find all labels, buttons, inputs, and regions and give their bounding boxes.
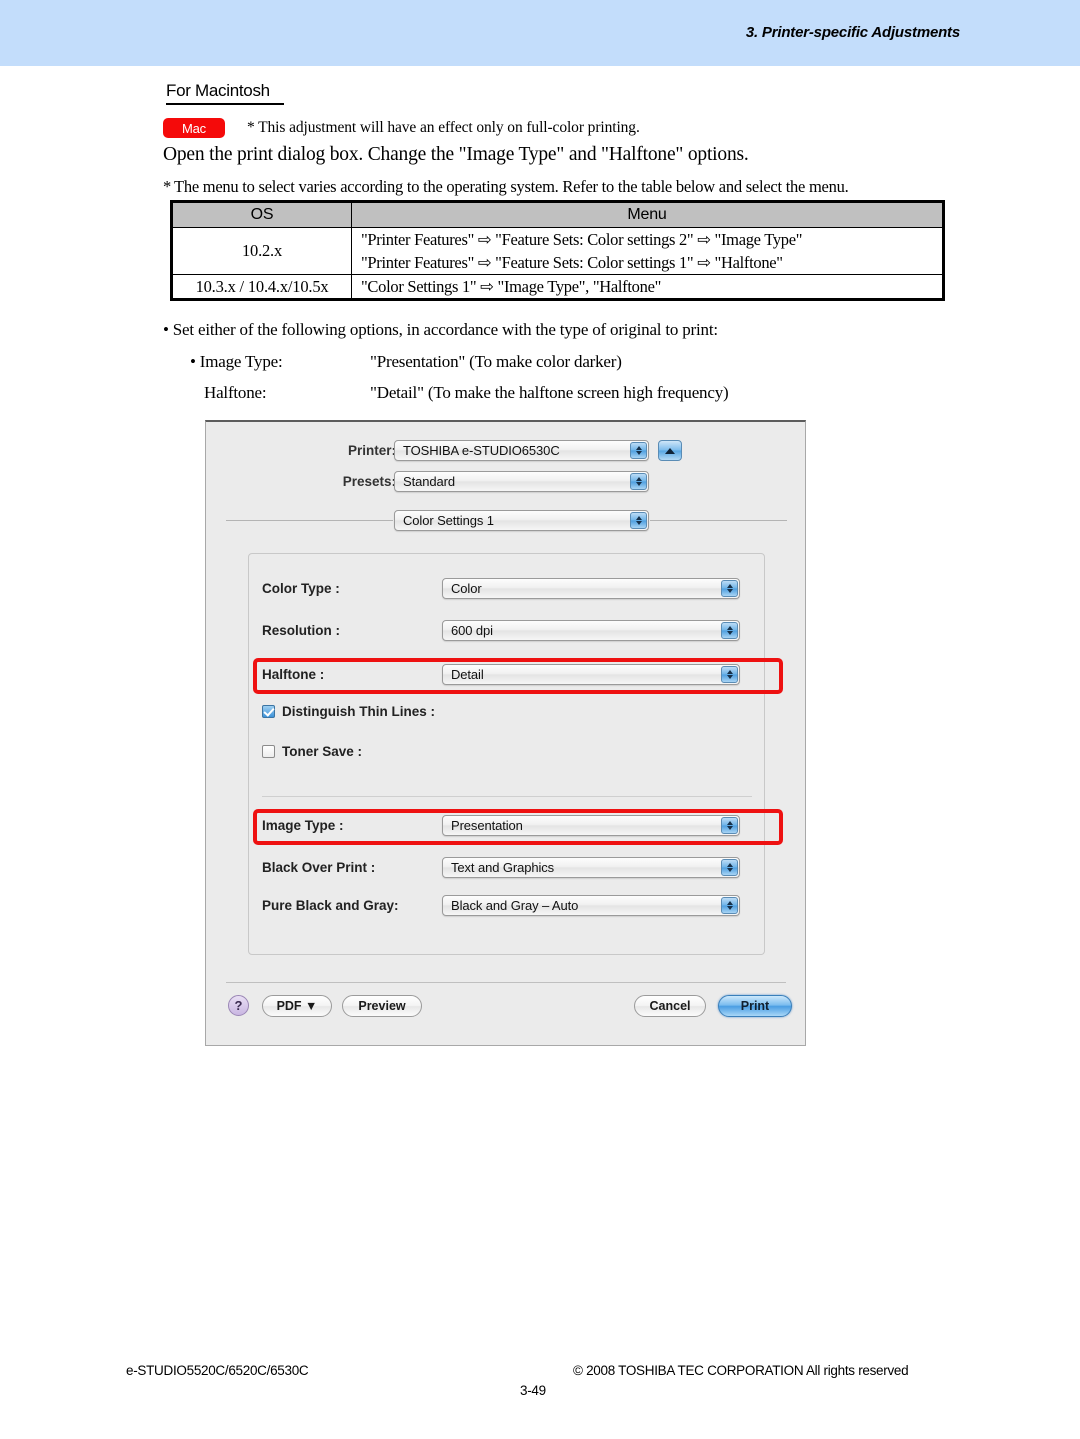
printer-label: Printer: xyxy=(347,443,396,458)
printer-select-value: TOSHIBA e-STUDIO6530C xyxy=(403,443,560,458)
image-type-select[interactable]: Presentation xyxy=(442,815,740,836)
help-button[interactable]: ? xyxy=(228,995,249,1016)
halftone-select[interactable]: Detail xyxy=(442,664,740,685)
table-header-os: OS xyxy=(171,201,352,228)
cancel-button[interactable]: Cancel xyxy=(634,995,706,1017)
toner-save-checkbox-row[interactable]: Toner Save : xyxy=(262,744,362,759)
distinguish-thin-lines-label: Distinguish Thin Lines : xyxy=(282,704,435,719)
header-title: 3. Printer-specific Adjustments xyxy=(745,24,960,41)
mac-print-dialog-screenshot: Printer: TOSHIBA e-STUDIO6530C Presets: … xyxy=(205,420,806,1046)
footer-model-text: e-STUDIO5520C/6520C/6530C xyxy=(126,1363,309,1378)
menu-path-line: "Printer Features" ⇨ "Feature Sets: Colo… xyxy=(361,253,783,272)
chevron-updown-icon[interactable] xyxy=(630,442,647,459)
pane-select-value: Color Settings 1 xyxy=(403,513,494,528)
color-type-label-wrap: Color Type : xyxy=(262,581,340,596)
chevron-updown-icon[interactable] xyxy=(721,580,738,597)
chevron-updown-icon[interactable] xyxy=(721,666,738,683)
table-cell-menu: "Printer Features" ⇨ "Feature Sets: Colo… xyxy=(351,227,944,275)
distinguish-thin-lines-checkbox-row[interactable]: Distinguish Thin Lines : xyxy=(262,704,435,719)
image-type-value: Presentation xyxy=(451,818,523,833)
table-cell-os: 10.2.x xyxy=(171,227,352,275)
black-over-print-select[interactable]: Text and Graphics xyxy=(442,857,740,878)
collapse-dialog-button[interactable] xyxy=(658,440,682,461)
resolution-select[interactable]: 600 dpi xyxy=(442,620,740,641)
halftone-label: Halftone : xyxy=(262,667,325,682)
color-type-value: Color xyxy=(451,581,482,596)
mac-badge-note: * This adjustment will have an effect on… xyxy=(247,119,640,136)
printer-select[interactable]: TOSHIBA e-STUDIO6530C xyxy=(394,440,649,461)
option-image-type-value: "Presentation" (To make color darker) xyxy=(370,352,622,371)
pure-black-and-gray-select[interactable]: Black and Gray – Auto xyxy=(442,895,740,916)
image-type-label: Image Type : xyxy=(262,818,344,833)
option-halftone-value: "Detail" (To make the halftone screen hi… xyxy=(370,383,729,402)
chevron-updown-icon[interactable] xyxy=(721,897,738,914)
halftone-value: Detail xyxy=(451,667,484,682)
table-row: 10.2.x "Printer Features" ⇨ "Feature Set… xyxy=(171,227,944,275)
printer-label-wrap: Printer: xyxy=(336,443,396,458)
os-menu-table: OS Menu 10.2.x "Printer Features" ⇨ "Fea… xyxy=(170,200,945,301)
table-note-text: The menu to select varies according to t… xyxy=(174,177,849,196)
option-halftone-label: Halftone: xyxy=(204,383,267,402)
halftone-label-wrap: Halftone : xyxy=(262,667,324,682)
toner-save-label: Toner Save : xyxy=(282,744,363,759)
black-over-print-label: Black Over Print : xyxy=(262,860,376,875)
chevron-updown-icon[interactable] xyxy=(721,817,738,834)
color-type-label: Color Type : xyxy=(262,581,340,596)
presets-select[interactable]: Standard xyxy=(394,471,649,492)
chevron-updown-icon[interactable] xyxy=(721,622,738,639)
mac-badge: Mac xyxy=(163,118,225,138)
table-note: * The menu to select varies according to … xyxy=(163,177,849,197)
black-over-print-value: Text and Graphics xyxy=(451,860,555,875)
table-note-star: * xyxy=(163,177,171,196)
menu-path-line: "Printer Features" ⇨ "Feature Sets: Colo… xyxy=(361,230,803,249)
pane-select[interactable]: Color Settings 1 xyxy=(394,510,649,531)
pure-black-and-gray-value: Black and Gray – Auto xyxy=(451,898,579,913)
color-type-select[interactable]: Color xyxy=(442,578,740,599)
table-cell-os: 10.3.x / 10.4.x/10.5x xyxy=(171,274,352,300)
pure-black-and-gray-label-wrap: Pure Black and Gray: xyxy=(262,898,399,913)
panel-divider xyxy=(262,796,752,797)
table-cell-menu: "Color Settings 1" ⇨ "Image Type", "Half… xyxy=(351,274,944,300)
resolution-label: Resolution : xyxy=(262,623,340,638)
color-settings-panel: Color Type : Color Resolution : 600 dpi … xyxy=(248,553,765,955)
table-header-menu: Menu xyxy=(351,201,944,228)
bottom-divider xyxy=(226,982,786,983)
black-over-print-label-wrap: Black Over Print : xyxy=(262,860,375,875)
section-heading: For Macintosh xyxy=(166,81,284,105)
main-instruction: Open the print dialog box. Change the "I… xyxy=(163,144,749,165)
pdf-button[interactable]: PDF ▼ xyxy=(262,995,332,1017)
option-image-type-label: • Image Type: xyxy=(190,352,283,371)
checkbox-checked-icon[interactable] xyxy=(262,705,275,718)
image-type-label-wrap: Image Type : xyxy=(262,818,344,833)
mac-note-row: Mac * This adjustment will have an effec… xyxy=(163,118,640,138)
footer-page-number: 3-49 xyxy=(520,1383,546,1398)
chevron-updown-icon[interactable] xyxy=(721,859,738,876)
chevron-updown-icon[interactable] xyxy=(630,473,647,490)
resolution-value: 600 dpi xyxy=(451,623,493,638)
chevron-up-icon xyxy=(665,447,675,454)
options-bullet-main: • Set either of the following options, i… xyxy=(163,320,718,339)
resolution-label-wrap: Resolution : xyxy=(262,623,340,638)
preview-button[interactable]: Preview xyxy=(342,995,422,1017)
table-row: 10.3.x / 10.4.x/10.5x "Color Settings 1"… xyxy=(171,274,944,300)
presets-select-value: Standard xyxy=(403,474,455,489)
pure-black-and-gray-label: Pure Black and Gray: xyxy=(262,898,399,913)
checkbox-unchecked-icon[interactable] xyxy=(262,745,275,758)
table-header-row: OS Menu xyxy=(171,201,944,228)
menu-path-line: "Color Settings 1" ⇨ "Image Type", "Half… xyxy=(361,277,662,296)
pane-rule-left xyxy=(226,520,393,521)
pane-rule-right xyxy=(650,520,787,521)
presets-label-wrap: Presets: xyxy=(331,474,396,489)
presets-label: Presets: xyxy=(342,474,396,489)
chevron-updown-icon[interactable] xyxy=(630,512,647,529)
footer-copyright-text: © 2008 TOSHIBA TEC CORPORATION All right… xyxy=(573,1363,909,1378)
print-button[interactable]: Print xyxy=(718,995,792,1017)
